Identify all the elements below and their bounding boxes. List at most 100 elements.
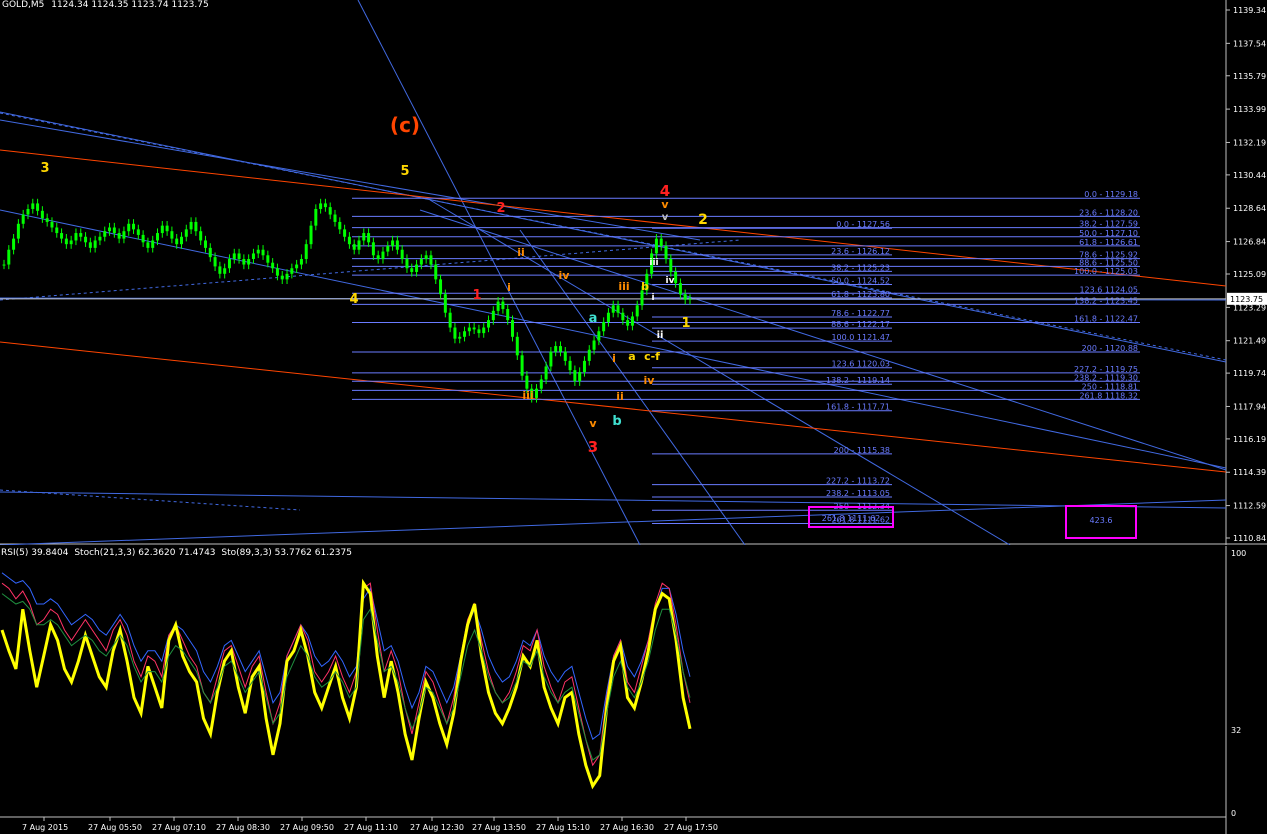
candle-body xyxy=(534,388,538,398)
fib-level-label: 100.0 1121.47 xyxy=(831,333,890,342)
candle-body xyxy=(554,346,558,352)
fib-level-label: 88.6 - 1125.50 xyxy=(1079,258,1138,267)
candle-body xyxy=(391,240,395,247)
wave-label: a xyxy=(628,350,635,363)
fib-level-label: 161.8 - 1117.71 xyxy=(826,403,890,412)
candle-body xyxy=(160,225,164,234)
wave-label: 5 xyxy=(400,164,409,179)
price-tick-label: 1139.34 xyxy=(1233,6,1266,15)
price-tick-label: 1114.39 xyxy=(1233,468,1266,477)
sto-label: Sto(89,3,3) 53.7762 61.2375 xyxy=(221,548,352,558)
wave-label: 1 xyxy=(472,288,481,303)
candle-body xyxy=(654,238,658,254)
candle-body xyxy=(669,258,673,272)
candle-body xyxy=(582,360,586,373)
candle-body xyxy=(184,229,188,237)
candle-body xyxy=(429,255,433,265)
candle-body xyxy=(371,242,375,256)
candle-body xyxy=(117,233,121,239)
candle-body xyxy=(84,236,88,243)
target-box-left-label: 261.8 1111.62 xyxy=(822,514,881,523)
candle-body xyxy=(448,312,452,328)
trendline xyxy=(519,229,746,545)
price-tick-label: 1135.79 xyxy=(1233,72,1266,81)
candle-body xyxy=(12,238,16,250)
candle-body xyxy=(443,294,447,313)
candle-body xyxy=(472,327,476,330)
fib-level-label: 138.2 - 1123.45 xyxy=(1074,296,1138,305)
fib-level-label: 38.2 - 1125.23 xyxy=(831,263,890,272)
indicator-header: RSI(5) 39.8404 Stoch(21,3,3) 62.3620 71.… xyxy=(1,548,352,558)
candle-body xyxy=(343,229,347,237)
candle-body xyxy=(563,351,567,361)
fib-level-label: 200 - 1120.88 xyxy=(1082,344,1138,353)
indicator-tick-label: 32 xyxy=(1231,726,1241,735)
trendline xyxy=(0,499,1227,545)
wave-label: c-f xyxy=(644,350,660,363)
candle-body xyxy=(376,255,380,259)
candle-body xyxy=(319,203,323,209)
fib-level-label: 61.8 - 1126.61 xyxy=(1079,238,1138,247)
candle-body xyxy=(659,238,663,247)
wave-label: iv xyxy=(644,374,656,387)
candle-body xyxy=(74,233,78,241)
candle-body xyxy=(606,312,610,322)
candle-body xyxy=(151,240,155,248)
wave-label: (c) xyxy=(390,113,420,137)
candle-body xyxy=(515,336,519,356)
candle-body xyxy=(362,233,366,241)
fib-level-label: 238.2 - 1119.30 xyxy=(1074,373,1138,382)
wave-label: 3 xyxy=(40,161,49,176)
candle-body xyxy=(549,351,553,367)
candle-body xyxy=(525,375,529,389)
candle-body xyxy=(55,227,59,234)
channel-line xyxy=(0,149,1227,287)
fib-level-label: 261.8 1118.32 xyxy=(1079,391,1138,400)
fib-level-label: 200 - 1115.38 xyxy=(834,446,890,455)
candle-body xyxy=(511,320,515,337)
candle-body xyxy=(381,251,385,259)
fib-level-label: 61.8 - 1123.80 xyxy=(831,290,890,299)
wave-label: i xyxy=(507,281,511,294)
candle-body xyxy=(367,233,371,243)
candle-body xyxy=(175,238,179,245)
wave-label: ii xyxy=(517,246,525,259)
fib-level-label: 161.8 - 1122.47 xyxy=(1074,315,1138,324)
candle-body xyxy=(218,266,222,274)
candle-body xyxy=(415,264,419,272)
time-tick-label: 27 Aug 15:10 xyxy=(536,823,590,832)
candle-body xyxy=(295,264,299,269)
candle-body xyxy=(424,255,428,259)
candle-body xyxy=(352,244,356,250)
wave-label: iv xyxy=(666,276,675,286)
price-tick-label: 1125.09 xyxy=(1233,270,1266,279)
candle-body xyxy=(434,264,438,280)
candle-body xyxy=(275,268,279,276)
fib-level-label: 238.2 - 1113.05 xyxy=(826,489,890,498)
candle-body xyxy=(50,221,54,228)
rsi-label: RSI(5) 39.8404 xyxy=(1,548,69,558)
candle-body xyxy=(568,360,572,371)
price-chart[interactable]: 1139.341137.541135.791133.991132.191130.… xyxy=(0,0,1267,545)
candle-body xyxy=(45,218,49,222)
candle-body xyxy=(280,275,284,280)
stoch-line xyxy=(1,582,691,767)
indicator-chart[interactable]: 100 32 0 7 Aug 2015 27 Aug 05:50 27 Aug 07:10… xyxy=(0,546,1267,834)
candle-body xyxy=(69,240,73,245)
fib-level-label: 0.0 - 1129.18 xyxy=(1084,190,1138,199)
candle-body xyxy=(539,379,543,389)
candle-body xyxy=(357,240,361,250)
candle-body xyxy=(347,236,351,245)
price-tick-label: 1110.84 xyxy=(1233,534,1266,543)
candle-body xyxy=(482,327,486,334)
candle-body xyxy=(165,225,169,232)
time-tick-label: 27 Aug 09:50 xyxy=(280,823,334,832)
wave-label: ii xyxy=(657,330,664,341)
candle-body xyxy=(602,321,606,332)
wave-label: iii xyxy=(649,258,658,268)
candle-body xyxy=(98,236,102,241)
candle-body xyxy=(328,207,332,215)
fib-level-label: 227.2 - 1113.72 xyxy=(826,477,890,486)
wave-label: i xyxy=(651,293,654,303)
candle-body xyxy=(688,298,692,300)
